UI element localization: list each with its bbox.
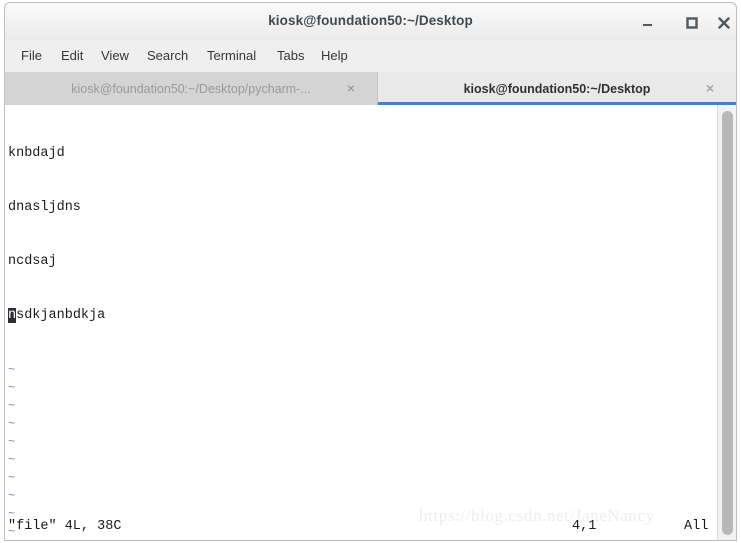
tab-close-icon[interactable]: × — [347, 81, 355, 95]
tilde-glyph: ~ — [8, 489, 16, 503]
tilde-glyph: ~ — [8, 435, 16, 449]
tab-desktop[interactable]: kiosk@foundation50:~/Desktop × — [378, 72, 736, 105]
buffer-line-text: knbdajd — [8, 146, 65, 161]
window-title: kiosk@foundation50:~/Desktop — [268, 13, 473, 28]
menu-item-help[interactable]: Help — [317, 47, 352, 64]
vim-status-line: "file" 4L, 38C 4,1 All — [8, 518, 717, 536]
empty-line-markers: ~~~~~~~~~~~~~~~~~~~~~~ — [8, 361, 717, 540]
text-cursor: n — [8, 308, 17, 323]
vertical-scrollbar[interactable] — [717, 105, 736, 540]
buffer-line: dnasljdns — [8, 199, 717, 217]
status-file-info: "file" 4L, 38C — [8, 519, 122, 534]
menu-item-edit[interactable]: Edit — [57, 47, 87, 64]
tilde-glyph: ~ — [8, 417, 16, 431]
empty-line-marker: ~ — [8, 397, 717, 415]
empty-line-marker: ~ — [8, 379, 717, 397]
menu-item-file[interactable]: File — [17, 47, 46, 64]
menu-item-tabs[interactable]: Tabs — [273, 47, 308, 64]
tab-pycharm[interactable]: kiosk@foundation50:~/Desktop/pycharm-...… — [5, 72, 378, 105]
tilde-glyph: ~ — [8, 363, 16, 377]
empty-line-marker: ~ — [8, 487, 717, 505]
empty-line-marker: ~ — [8, 415, 717, 433]
buffer-line-text: ncdsaj — [8, 254, 57, 269]
scrollbar-thumb[interactable] — [722, 111, 733, 535]
menu-item-view[interactable]: View — [97, 47, 133, 64]
tab-close-icon[interactable]: × — [706, 81, 714, 95]
buffer-line: ncdsaj — [8, 253, 717, 271]
empty-line-marker: ~ — [8, 451, 717, 469]
status-cursor-position: 4,1 — [572, 519, 597, 534]
menu-item-search[interactable]: Search — [143, 47, 192, 64]
menu-bar: File Edit View Search Terminal Tabs Help — [4, 40, 737, 72]
tilde-glyph: ~ — [8, 453, 16, 467]
minimize-button[interactable] — [639, 14, 657, 32]
buffer-line-text: sdkjanbdkja — [16, 308, 106, 323]
tab-label: kiosk@foundation50:~/Desktop/pycharm-... — [71, 81, 311, 96]
title-bar: kiosk@foundation50:~/Desktop — [4, 2, 737, 40]
buffer-line-with-cursor: nsdkjanbdkja — [8, 307, 717, 325]
status-scroll-percent: All — [684, 519, 709, 534]
tilde-glyph: ~ — [8, 399, 16, 413]
tilde-glyph: ~ — [8, 381, 16, 395]
terminal-window: kiosk@foundation50:~/Desktop File Edit V… — [0, 0, 741, 543]
maximize-button[interactable] — [683, 14, 701, 32]
terminal-content[interactable]: knbdajd dnasljdns ncdsaj nsdkjanbdkja ~ ~… — [4, 105, 737, 541]
tab-bar: kiosk@foundation50:~/Desktop/pycharm-...… — [4, 72, 737, 105]
buffer-line-text: dnasljdns — [8, 200, 81, 215]
menu-item-terminal[interactable]: Terminal — [203, 47, 260, 64]
tab-label: kiosk@foundation50:~/Desktop — [463, 81, 651, 96]
empty-line-marker: ~ — [8, 433, 717, 451]
empty-line-marker: ~ — [8, 469, 717, 487]
vim-buffer[interactable]: knbdajd dnasljdns ncdsaj nsdkjanbdkja ~ ~… — [5, 105, 717, 540]
close-button[interactable] — [715, 14, 733, 32]
buffer-line: knbdajd — [8, 145, 717, 163]
tilde-glyph: ~ — [8, 471, 16, 485]
empty-line-marker: ~ — [8, 361, 717, 379]
